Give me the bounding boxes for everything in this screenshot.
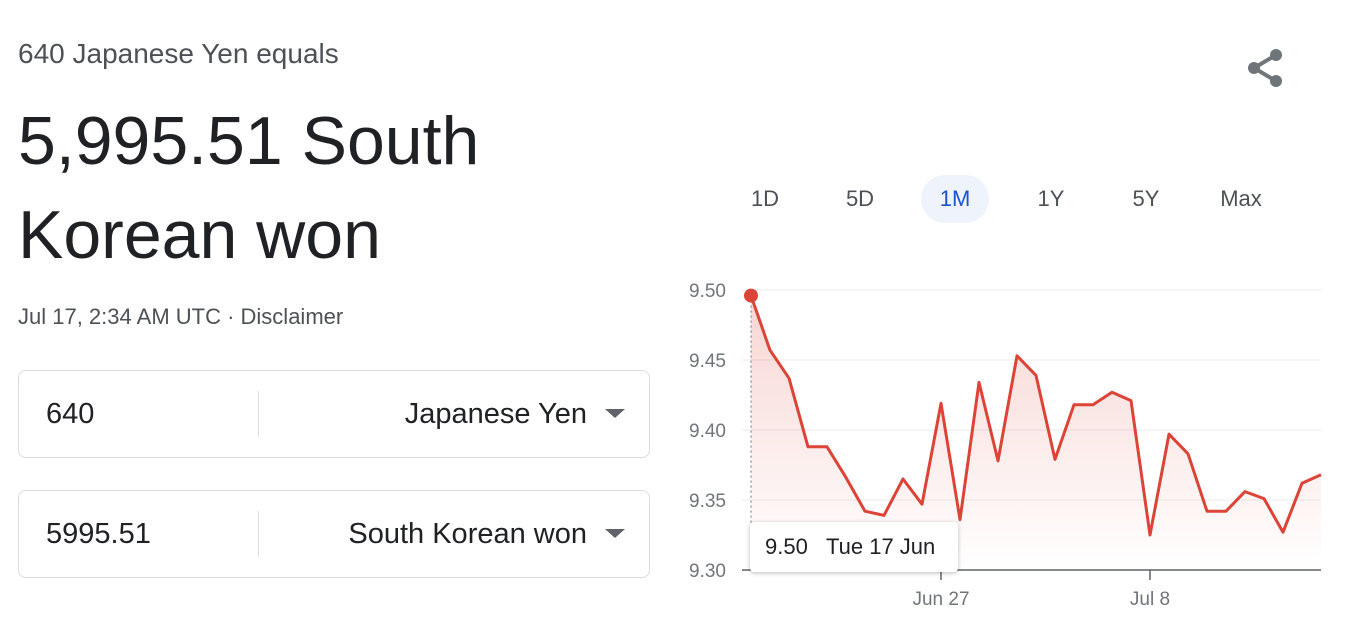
time-range-tabs: 1D 5D 1M 1Y 5Y Max <box>718 175 1288 223</box>
y-tick-label: 9.50 <box>689 281 726 302</box>
tab-max[interactable]: Max <box>1194 175 1288 223</box>
y-tick-label: 9.45 <box>689 351 726 372</box>
tab-1d[interactable]: 1D <box>718 175 812 223</box>
to-currency-row: 5995.51 South Korean won <box>18 490 650 578</box>
y-tick-label: 9.30 <box>689 561 726 582</box>
rate-timestamp: Jul 17, 2:34 AM UTC · Disclaimer <box>18 304 343 330</box>
to-amount-input[interactable]: 5995.51 <box>46 491 151 577</box>
chevron-down-icon[interactable] <box>605 409 625 418</box>
tab-1y[interactable]: 1Y <box>1004 175 1098 223</box>
chart-tooltip: 9.50 Tue 17 Jun <box>750 522 958 572</box>
timestamp-text: Jul 17, 2:34 AM UTC · <box>18 304 241 329</box>
conversion-result: 5,995.51 South Korean won <box>18 103 480 273</box>
from-row-divider <box>258 391 259 437</box>
from-amount-input[interactable]: 640 <box>46 371 94 457</box>
tooltip-date: Tue 17 Jun <box>826 534 936 559</box>
share-button[interactable] <box>1242 45 1288 91</box>
y-tick-label: 9.35 <box>689 491 726 512</box>
tab-5y[interactable]: 5Y <box>1099 175 1193 223</box>
tab-5d[interactable]: 5D <box>813 175 907 223</box>
from-currency-select[interactable]: Japanese Yen <box>405 371 587 457</box>
conversion-subtitle: 640 Japanese Yen equals <box>18 38 339 69</box>
disclaimer-link[interactable]: Disclaimer <box>241 304 344 329</box>
tab-1m[interactable]: 1M <box>921 175 989 223</box>
x-tick-label: Jul 8 <box>1130 589 1170 610</box>
y-tick-label: 9.40 <box>689 421 726 442</box>
chevron-down-icon[interactable] <box>605 529 625 538</box>
to-row-divider <box>258 511 259 557</box>
to-currency-select[interactable]: South Korean won <box>348 491 587 577</box>
from-currency-row: 640 Japanese Yen <box>18 370 650 458</box>
share-icon <box>1248 49 1282 87</box>
tooltip-value: 9.50 <box>765 534 808 559</box>
x-tick-label: Jun 27 <box>912 589 969 610</box>
chart-highlight-point <box>744 288 758 303</box>
